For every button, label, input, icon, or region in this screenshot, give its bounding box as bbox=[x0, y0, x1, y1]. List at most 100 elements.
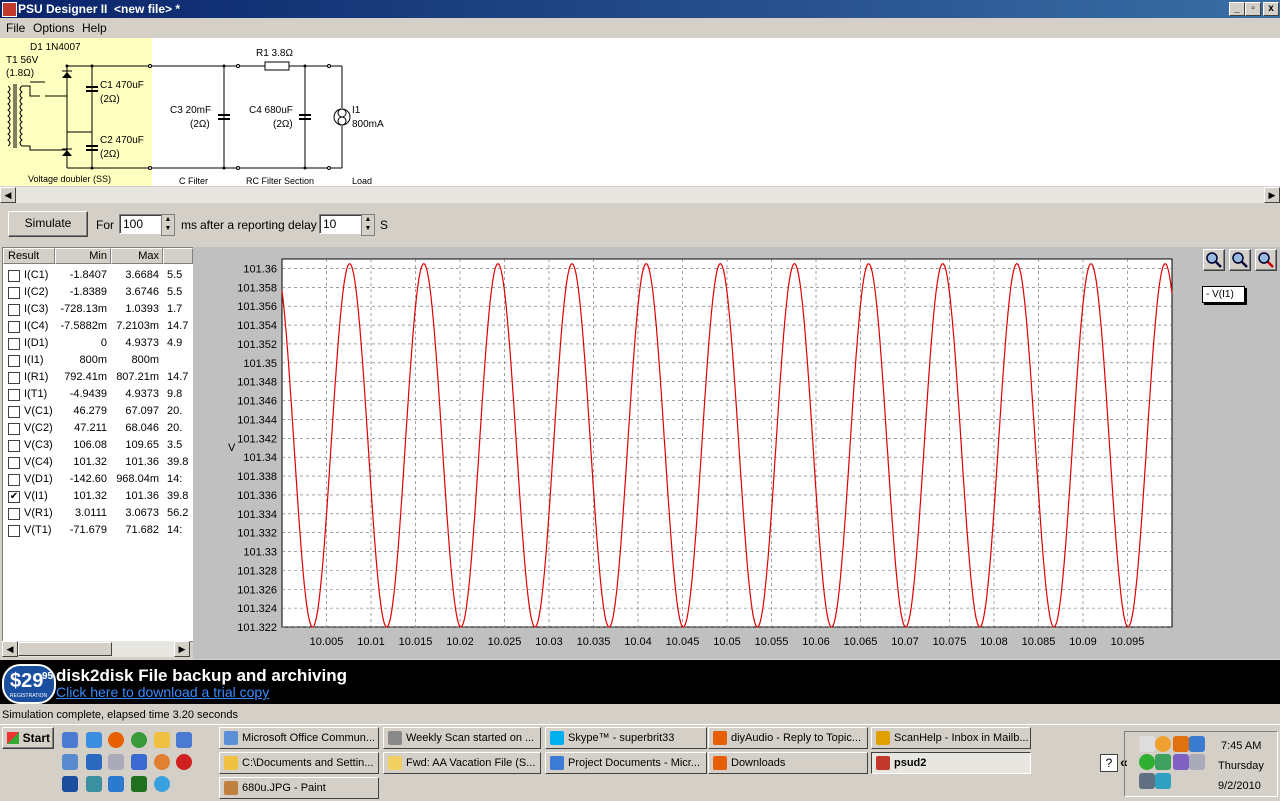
result-row[interactable]: ✔V(I1)101.32101.3639.8 bbox=[3, 488, 193, 505]
schematic-scrollbar[interactable]: ◀ ▶ bbox=[0, 187, 1280, 203]
quicklaunch-doc-icon[interactable] bbox=[108, 754, 124, 770]
scroll-left-icon[interactable]: ◀ bbox=[0, 187, 16, 203]
result-row[interactable]: I(R1)792.41m807.21m14.7 bbox=[3, 369, 193, 386]
delay-spinner[interactable]: ▲▼ bbox=[361, 214, 375, 236]
quicklaunch-game-icon[interactable] bbox=[131, 776, 147, 792]
quicklaunch-desktop-icon[interactable] bbox=[62, 732, 78, 748]
tray-app-icon[interactable] bbox=[1173, 754, 1189, 770]
quicklaunch-phone-icon[interactable] bbox=[108, 776, 124, 792]
result-checkbox[interactable] bbox=[8, 304, 20, 316]
quicklaunch-globe-icon[interactable] bbox=[131, 732, 147, 748]
quicklaunch-app-icon[interactable] bbox=[176, 732, 192, 748]
result-checkbox[interactable] bbox=[8, 270, 20, 282]
column-min[interactable]: Min bbox=[55, 248, 111, 264]
waveform-chart[interactable]: 101.36101.358101.356101.354101.352101.35… bbox=[193, 247, 1280, 659]
taskbar-button[interactable]: Project Documents - Micr... bbox=[545, 752, 707, 774]
taskbar-button[interactable]: Skype™ - superbrit33 bbox=[545, 727, 707, 749]
menu-file[interactable]: File bbox=[6, 21, 25, 35]
tray-wifi-icon[interactable] bbox=[1155, 773, 1171, 789]
results-list[interactable]: Result Min Max I(C1)-1.84073.66845.5I(C2… bbox=[2, 247, 194, 642]
result-row[interactable]: V(C3)106.08109.653.5 bbox=[3, 437, 193, 454]
taskbar-button[interactable]: C:\Documents and Settin... bbox=[219, 752, 379, 774]
result-row[interactable]: I(C1)-1.84073.66845.5 bbox=[3, 267, 193, 284]
taskbar-button[interactable]: diyAudio - Reply to Topic... bbox=[708, 727, 868, 749]
app-icon[interactable] bbox=[2, 2, 17, 17]
column-result[interactable]: Result bbox=[3, 248, 55, 264]
taskbar-button[interactable]: psud2 bbox=[871, 752, 1031, 774]
result-row[interactable]: V(C4)101.32101.3639.8 bbox=[3, 454, 193, 471]
tray-network-icon[interactable] bbox=[1139, 736, 1155, 752]
result-row[interactable]: I(D1)04.93734.9 bbox=[3, 335, 193, 352]
taskbar-button[interactable]: Downloads bbox=[708, 752, 868, 774]
quicklaunch-firefox-icon[interactable] bbox=[108, 732, 124, 748]
tray-people-icon[interactable] bbox=[1155, 754, 1171, 770]
result-row[interactable]: V(T1)-71.67971.68214: bbox=[3, 522, 193, 539]
help-tray-icon[interactable]: ? bbox=[1100, 754, 1118, 772]
taskbar-button[interactable]: ScanHelp - Inbox in Mailb... bbox=[871, 727, 1031, 749]
minimize-button[interactable]: _ bbox=[1229, 2, 1245, 16]
result-row[interactable]: V(C2)47.21168.04620. bbox=[3, 420, 193, 437]
zoom-reset-icon[interactable] bbox=[1255, 249, 1277, 271]
result-checkbox[interactable] bbox=[8, 355, 20, 367]
clock-time[interactable]: 7:45 AM bbox=[1221, 740, 1261, 752]
scroll-right-icon[interactable]: ▶ bbox=[1264, 187, 1280, 203]
result-checkbox[interactable] bbox=[8, 287, 20, 299]
result-checkbox[interactable] bbox=[8, 508, 20, 520]
taskbar-button[interactable]: 680u.JPG - Paint bbox=[219, 777, 379, 799]
tray-security-icon[interactable] bbox=[1173, 736, 1189, 752]
result-row[interactable]: V(D1)-142.60968.04m14: bbox=[3, 471, 193, 488]
quicklaunch-arrow-icon[interactable] bbox=[62, 776, 78, 792]
maximize-button[interactable]: ▫ bbox=[1245, 2, 1261, 16]
result-checkbox[interactable] bbox=[8, 406, 20, 418]
simulate-button[interactable]: Simulate bbox=[8, 211, 88, 237]
quicklaunch-calc-icon[interactable] bbox=[131, 754, 147, 770]
quicklaunch-refresh-icon[interactable] bbox=[86, 776, 102, 792]
quicklaunch-outlook-icon[interactable] bbox=[62, 754, 78, 770]
result-checkbox[interactable] bbox=[8, 372, 20, 384]
quicklaunch-media-icon[interactable] bbox=[176, 754, 192, 770]
close-button[interactable]: x bbox=[1263, 2, 1279, 16]
result-row[interactable]: I(C2)-1.83893.67465.5 bbox=[3, 284, 193, 301]
tray-sync-icon[interactable] bbox=[1189, 736, 1205, 752]
scroll-right-icon[interactable]: ▶ bbox=[174, 641, 190, 657]
taskbar-button[interactable]: Microsoft Office Commun... bbox=[219, 727, 379, 749]
duration-spinner[interactable]: ▲▼ bbox=[161, 214, 175, 236]
tray-speaker-icon[interactable] bbox=[1139, 773, 1155, 789]
zoom-out-icon[interactable] bbox=[1229, 249, 1251, 271]
quicklaunch-mail-icon[interactable] bbox=[154, 754, 170, 770]
result-row[interactable]: I(T1)-4.94394.93739.8 bbox=[3, 386, 193, 403]
column-extra[interactable] bbox=[163, 248, 193, 264]
tray-status-icon[interactable] bbox=[1139, 754, 1155, 770]
column-max[interactable]: Max bbox=[111, 248, 163, 264]
result-checkbox[interactable] bbox=[8, 389, 20, 401]
tray-monitor-icon[interactable] bbox=[1189, 754, 1205, 770]
quicklaunch-search-icon[interactable] bbox=[154, 776, 170, 792]
result-checkbox[interactable] bbox=[8, 474, 20, 486]
result-checkbox[interactable] bbox=[8, 457, 20, 469]
result-checkbox[interactable] bbox=[8, 525, 20, 537]
result-checkbox[interactable] bbox=[8, 423, 20, 435]
duration-input[interactable]: 100 bbox=[119, 214, 162, 234]
quicklaunch-network-icon[interactable] bbox=[86, 754, 102, 770]
ad-banner[interactable]: $29 95 REGISTRATION disk2disk File backu… bbox=[0, 660, 1280, 704]
menu-help[interactable]: Help bbox=[82, 21, 107, 35]
result-row[interactable]: I(C4)-7.5882m7.2103m14.7 bbox=[3, 318, 193, 335]
result-checkbox[interactable] bbox=[8, 338, 20, 350]
tray-update-icon[interactable] bbox=[1155, 736, 1171, 752]
result-checkbox[interactable] bbox=[8, 321, 20, 333]
delay-input[interactable]: 10 bbox=[319, 214, 362, 234]
results-scrollbar[interactable]: ◀ ▶ bbox=[2, 641, 190, 657]
zoom-in-icon[interactable] bbox=[1203, 249, 1225, 271]
result-checkbox[interactable]: ✔ bbox=[8, 491, 20, 503]
quicklaunch-folder-icon[interactable] bbox=[154, 732, 170, 748]
result-row[interactable]: I(C3)-728.13m1.03931.7 bbox=[3, 301, 193, 318]
result-checkbox[interactable] bbox=[8, 440, 20, 452]
result-row[interactable]: V(C1)46.27967.09720. bbox=[3, 403, 193, 420]
menu-options[interactable]: Options bbox=[33, 21, 74, 35]
result-row[interactable]: V(R1)3.01113.067356.2 bbox=[3, 505, 193, 522]
taskbar-button[interactable]: Fwd: AA Vacation File (S... bbox=[383, 752, 541, 774]
result-row[interactable]: I(I1)800m800m bbox=[3, 352, 193, 369]
quicklaunch-ie-icon[interactable] bbox=[86, 732, 102, 748]
taskbar-button[interactable]: Weekly Scan started on ... bbox=[383, 727, 541, 749]
banner-link[interactable]: Click here to download a trial copy bbox=[56, 684, 269, 700]
